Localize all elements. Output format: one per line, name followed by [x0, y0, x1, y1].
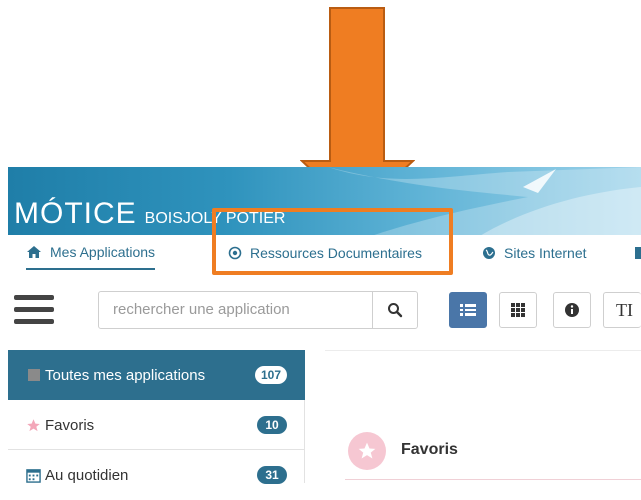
- brand-title: MÓTICE: [14, 197, 137, 230]
- theme-button[interactable]: TI: [603, 292, 641, 328]
- globe-icon: [483, 246, 495, 259]
- star-icon: [27, 418, 40, 431]
- menu-icon[interactable]: [14, 293, 54, 327]
- nav-tab-label: Sites Internet: [504, 244, 587, 261]
- nav-tab-sites-internet[interactable]: Sites Internet: [482, 235, 587, 270]
- info-icon: [565, 303, 579, 317]
- sidebar-item-label: Toutes mes applications: [45, 366, 206, 384]
- sidebar-item-favoris[interactable]: Favoris 10: [8, 400, 305, 450]
- sidebar-item-label: Favoris: [45, 416, 95, 434]
- calendar-icon: [26, 468, 41, 483]
- favorites-section-icon: [348, 432, 386, 470]
- grid-icon: [511, 303, 525, 317]
- divider: [345, 479, 641, 480]
- list-icon: [460, 304, 476, 316]
- count-badge: 10: [257, 416, 287, 434]
- nav-tab-mes-applications[interactable]: Mes Applications: [26, 235, 156, 270]
- section-title-favoris: Favoris: [401, 441, 458, 458]
- list-view-button[interactable]: [449, 292, 487, 328]
- count-badge: 107: [254, 366, 287, 384]
- sidebar: Toutes mes applications 107 Favoris 10 A…: [8, 350, 305, 484]
- theme-button-label: TI: [616, 299, 633, 320]
- highlight-box: [212, 208, 453, 275]
- square-icon: [28, 369, 40, 381]
- nav-overflow-icon: [635, 247, 641, 259]
- grid-view-button[interactable]: [499, 292, 537, 328]
- info-button[interactable]: [553, 292, 591, 328]
- search-input[interactable]: rechercher une application: [98, 291, 373, 329]
- home-icon: [27, 245, 41, 258]
- sidebar-item-au-quotidien[interactable]: Au quotidien 31: [8, 450, 305, 500]
- divider: [325, 350, 641, 351]
- sidebar-item-label: Au quotidien: [45, 466, 129, 484]
- nav-tab-label: Mes Applications: [50, 243, 156, 260]
- sidebar-item-toutes-mes-applications[interactable]: Toutes mes applications 107: [8, 350, 305, 400]
- search-icon: [388, 303, 403, 318]
- search-button[interactable]: [372, 291, 418, 329]
- star-icon: [358, 442, 376, 459]
- count-badge: 31: [257, 466, 287, 484]
